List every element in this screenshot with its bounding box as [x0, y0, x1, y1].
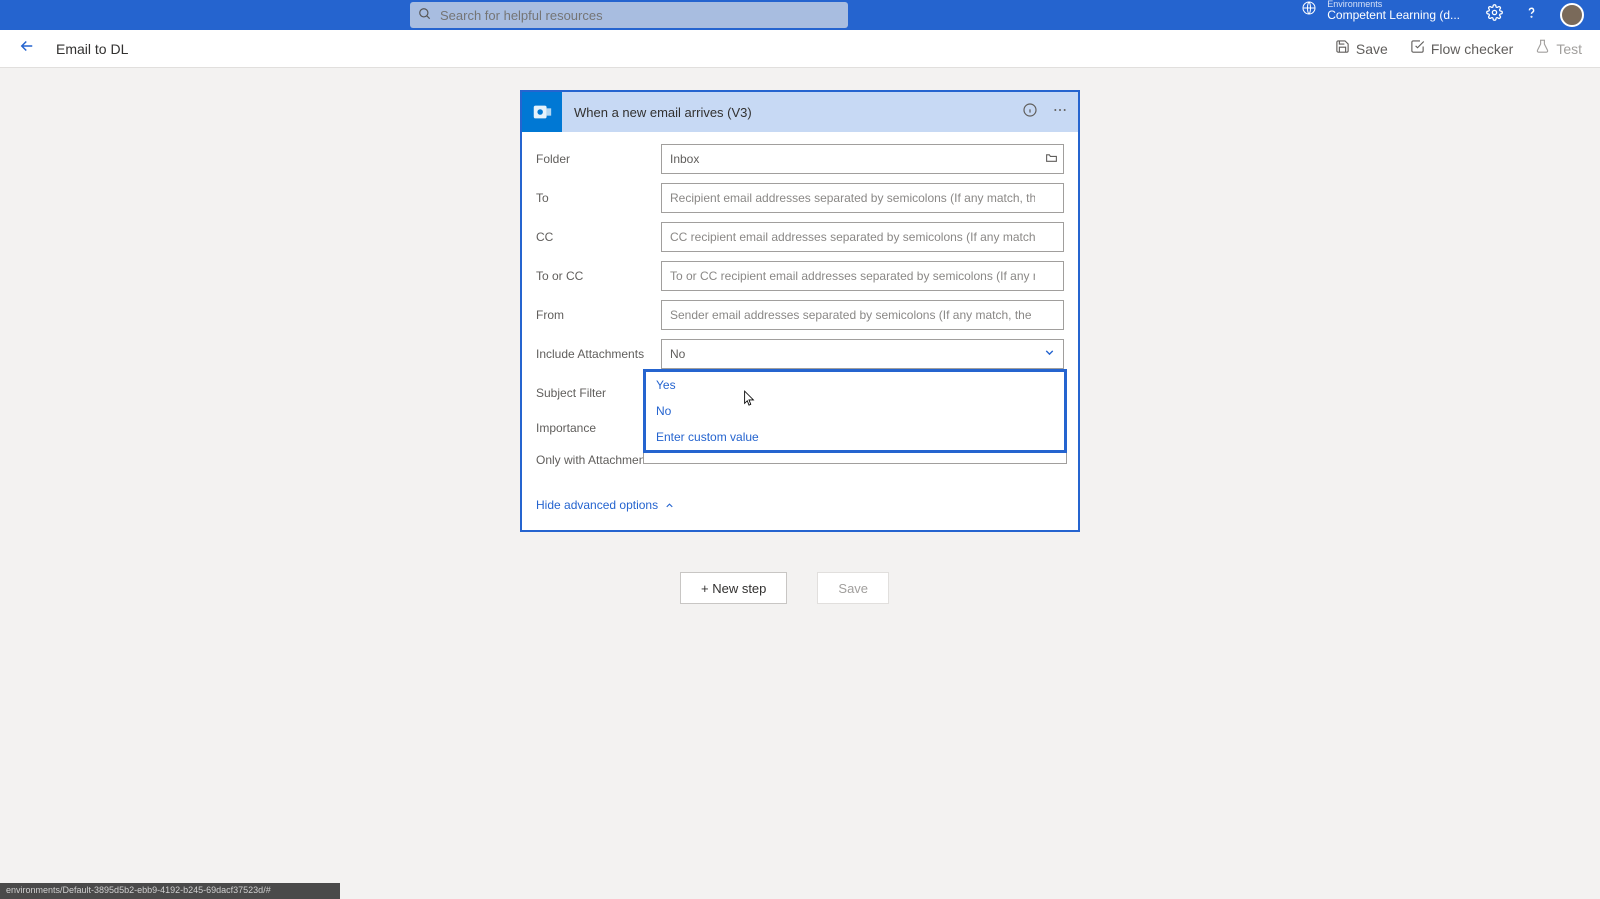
search-input[interactable]: [440, 8, 840, 23]
to-input[interactable]: [661, 183, 1064, 213]
card-header[interactable]: When a new email arrives (V3): [522, 92, 1078, 132]
help-icon[interactable]: [1523, 4, 1540, 26]
save-flow-label: Save: [838, 581, 868, 596]
test-button[interactable]: Test: [1535, 39, 1582, 58]
field-toorcc: To or CC: [536, 261, 1064, 291]
dropdown-option-custom[interactable]: Enter custom value: [646, 424, 1064, 450]
save-flow-button[interactable]: Save: [817, 572, 889, 604]
environment-icon: [1301, 0, 1317, 21]
save-icon: [1335, 39, 1350, 58]
folder-input[interactable]: [661, 144, 1064, 174]
to-label: To: [536, 191, 661, 205]
hide-advanced-label: Hide advanced options: [536, 498, 658, 512]
include-attachments-dropdown: Yes No Enter custom value: [643, 369, 1067, 453]
toorcc-input[interactable]: [661, 261, 1064, 291]
hide-advanced-link[interactable]: Hide advanced options: [536, 498, 675, 512]
cc-label: CC: [536, 230, 661, 244]
field-cc: CC: [536, 222, 1064, 252]
dropdown-option-no[interactable]: No: [646, 398, 1064, 424]
page-subheader: Email to DL Save Flow checker Test: [0, 30, 1600, 68]
save-button[interactable]: Save: [1335, 39, 1388, 58]
cc-input[interactable]: [661, 222, 1064, 252]
trigger-card: When a new email arrives (V3) Folder To: [520, 90, 1080, 532]
field-folder: Folder: [536, 144, 1064, 174]
test-label: Test: [1556, 41, 1582, 57]
status-bar: environments/Default-3895d5b2-ebb9-4192-…: [0, 883, 340, 899]
new-step-button[interactable]: + New step: [680, 572, 787, 604]
from-label: From: [536, 308, 661, 322]
flow-title: Email to DL: [56, 41, 128, 57]
save-label: Save: [1356, 41, 1388, 57]
flow-checker-label: Flow checker: [1431, 41, 1513, 57]
folder-label: Folder: [536, 152, 661, 166]
field-include-attachments: Include Attachments: [536, 339, 1064, 369]
test-icon: [1535, 39, 1550, 58]
back-arrow-icon[interactable]: [18, 37, 36, 60]
dropdown-option-yes[interactable]: Yes: [646, 372, 1064, 398]
folder-picker-icon[interactable]: [1045, 151, 1058, 167]
card-title: When a new email arrives (V3): [574, 105, 1022, 120]
settings-icon[interactable]: [1486, 4, 1503, 26]
chevron-up-icon: [664, 500, 675, 511]
more-icon[interactable]: [1052, 102, 1068, 123]
chevron-down-icon[interactable]: [1043, 346, 1056, 362]
include-attachments-select[interactable]: [661, 339, 1064, 369]
flow-checker-button[interactable]: Flow checker: [1410, 39, 1513, 58]
environment-value: Competent Learning (d...: [1327, 9, 1460, 21]
field-to: To: [536, 183, 1064, 213]
app-header: Environments Competent Learning (d...: [0, 0, 1600, 30]
search-icon: [418, 7, 432, 24]
new-step-label: + New step: [701, 581, 766, 596]
outlook-icon: [522, 92, 562, 132]
from-input[interactable]: [661, 300, 1064, 330]
user-avatar[interactable]: [1560, 3, 1584, 27]
toorcc-label: To or CC: [536, 269, 661, 283]
environment-text: Environments Competent Learning (d...: [1327, 0, 1460, 21]
field-from: From: [536, 300, 1064, 330]
search-box[interactable]: [410, 2, 848, 28]
environment-picker[interactable]: Environments Competent Learning (d...: [1301, 0, 1460, 21]
include-attachments-label: Include Attachments: [536, 347, 661, 361]
info-icon[interactable]: [1022, 102, 1038, 123]
flow-checker-icon: [1410, 39, 1425, 58]
